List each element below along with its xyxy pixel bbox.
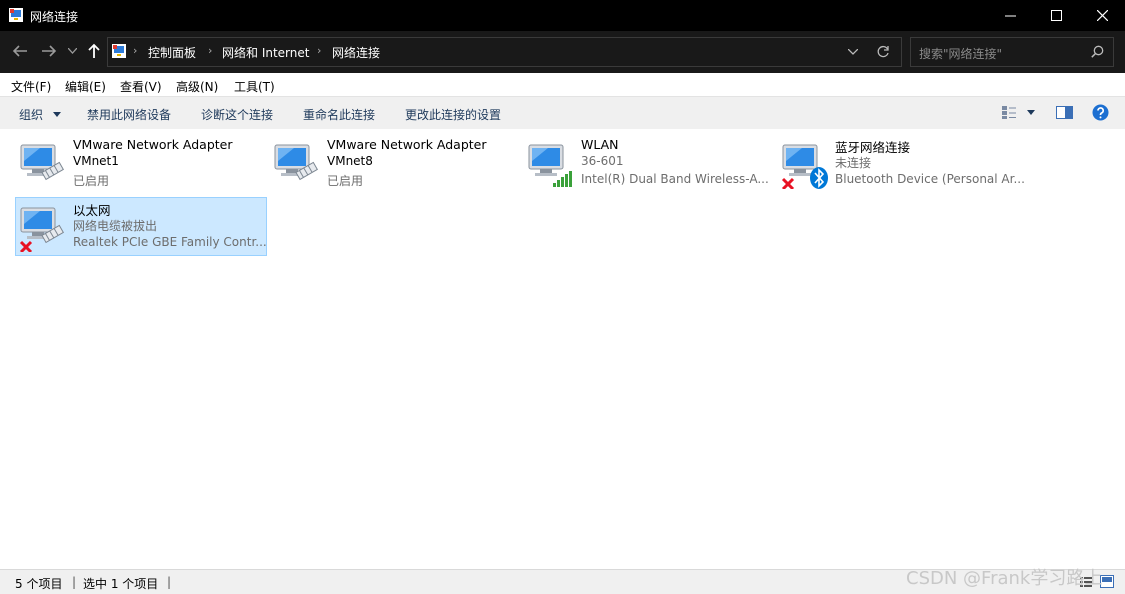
up-button[interactable] [84,41,104,61]
connections-view: VMware Network Adapter VMnet1 已启用 VMware… [0,129,1125,569]
close-button[interactable] [1079,0,1125,31]
breadcrumb-control-panel[interactable]: 控制面板 [148,44,196,61]
connection-name: WLAN [581,137,619,152]
breadcrumb-separator-icon: › [208,44,213,57]
status-divider: | [72,575,77,589]
menu-tools[interactable]: 工具(T) [234,78,275,95]
search-placeholder: 搜索"网络连接" [919,47,1003,61]
help-icon[interactable] [1092,104,1109,121]
address-box[interactable]: › 控制面板 › 网络和 Internet › 网络连接 [107,37,902,67]
breadcrumb-network-internet[interactable]: 网络和 Internet [222,44,309,61]
recent-locations-button[interactable] [64,41,80,61]
chevron-down-icon [67,48,77,54]
connection-item-wlan[interactable]: WLAN 36-601 Intel(R) Dual Band Wireless-… [524,135,774,192]
error-x-icon [781,177,795,189]
organize-dropdown-icon [52,112,61,117]
up-arrow-icon [88,43,100,58]
organize-button[interactable]: 组织 [19,106,61,123]
connection-item-ethernet[interactable]: 以太网 网络电缆被拔出 Realtek PCIe GBE Family Cont… [15,197,267,256]
connection-item-bluetooth[interactable]: 蓝牙网络连接 未连接 Bluetooth Device (Personal Ar… [778,135,1028,192]
ethernet-adapter-icon [20,144,65,181]
maximize-button[interactable] [1033,0,1079,31]
network-connections-icon [9,8,23,22]
maximize-icon [1050,10,1062,21]
connection-item-vmnet8[interactable]: VMware Network Adapter VMnet8 已启用 [270,135,520,192]
control-panel-icon [112,44,126,58]
disable-device-button[interactable]: 禁用此网络设备 [87,106,171,123]
error-x-icon [19,240,33,252]
connection-name: VMware Network Adapter [327,137,487,152]
connection-device: Bluetooth Device (Personal Ar... [835,172,1025,186]
connection-device: Realtek PCIe GBE Family Contr... [73,235,267,249]
preview-pane-icon[interactable] [1056,106,1073,119]
breadcrumb-network-connections[interactable]: 网络连接 [332,44,380,61]
back-arrow-icon [12,45,27,57]
connection-name: VMware Network Adapter [73,137,233,152]
item-count: 5 个项目 [15,577,63,591]
connection-device: Intel(R) Dual Band Wireless-A... [581,172,769,186]
refresh-icon[interactable] [876,45,890,59]
ethernet-adapter-icon [274,144,319,181]
wifi-adapter-icon [528,144,572,187]
selected-count: 选中 1 个项目 [83,577,159,591]
connection-network-name: 36-601 [581,154,624,168]
connection-item-vmnet1[interactable]: VMware Network Adapter VMnet1 已启用 [16,135,266,192]
minimize-button[interactable] [987,0,1033,31]
window-title: 网络连接 [30,10,79,24]
search-input[interactable]: 搜索"网络连接" [910,37,1114,67]
connection-device-name: VMnet1 [73,154,119,168]
rename-connection-button[interactable]: 重命名此连接 [303,106,375,123]
forward-button[interactable] [39,41,59,61]
status-divider: | [167,575,172,589]
menu-bar: 文件(F) 编辑(E) 查看(V) 高级(N) 工具(T) [0,73,1125,96]
connection-status: 未连接 [835,156,872,170]
change-view-icon[interactable] [1001,105,1017,120]
address-bar: › 控制面板 › 网络和 Internet › 网络连接 搜索"网络连接" [0,31,1125,73]
breadcrumb-separator-icon: › [133,44,138,57]
menu-advanced[interactable]: 高级(N) [176,78,218,95]
menu-edit[interactable]: 编辑(E) [65,78,106,95]
connection-status: 已启用 [327,174,364,188]
connection-status: 已启用 [73,174,110,188]
title-bar: 网络连接 [0,0,1125,31]
menu-file[interactable]: 文件(F) [11,78,51,95]
connection-device-name: VMnet8 [327,154,373,168]
breadcrumb-separator-icon: › [317,44,322,57]
diagnose-connection-button[interactable]: 诊断这个连接 [201,106,273,123]
close-icon [1096,10,1108,21]
bluetooth-icon [810,167,828,189]
organize-label: 组织 [19,108,44,122]
command-bar: 组织 禁用此网络设备 诊断这个连接 重命名此连接 更改此连接的设置 [0,96,1125,130]
search-icon[interactable] [1091,45,1104,58]
back-button[interactable] [10,41,30,61]
bluetooth-adapter-icon [781,144,828,189]
menu-view[interactable]: 查看(V) [120,78,162,95]
connection-status: 网络电缆被拔出 [73,219,158,233]
minimize-icon [1004,15,1016,17]
ethernet-adapter-icon [19,207,65,252]
forward-arrow-icon [42,45,57,57]
address-dropdown-icon[interactable] [848,49,858,55]
change-settings-button[interactable]: 更改此连接的设置 [405,106,501,123]
watermark-text: CSDN @Frank学习路上 [906,568,1103,589]
view-options-dropdown-icon[interactable] [1027,110,1035,115]
